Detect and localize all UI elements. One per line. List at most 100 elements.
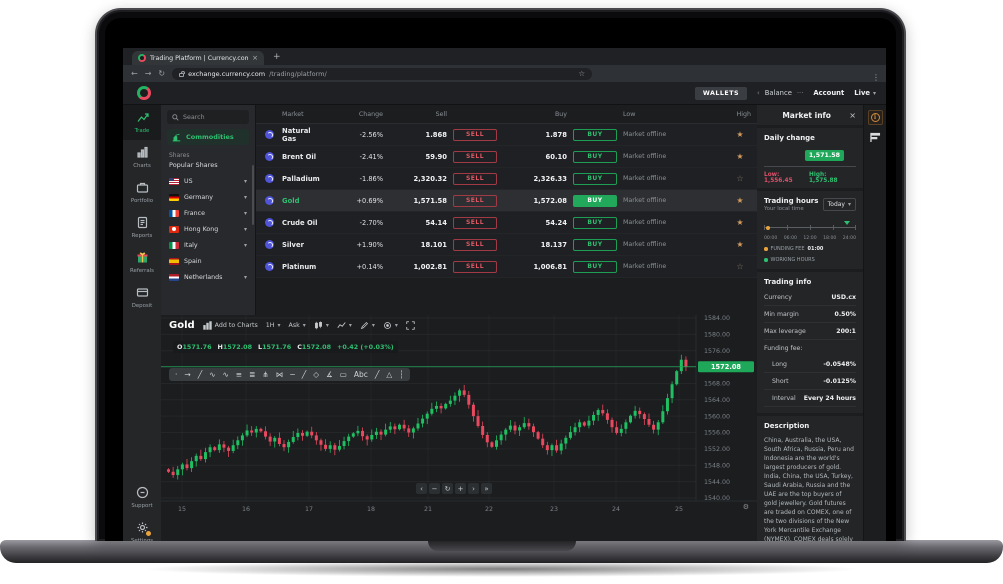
tab-close-icon[interactable]: × — [252, 54, 258, 62]
market-name[interactable]: Palladium — [282, 175, 321, 183]
fib-retracement-tool[interactable]: ≣ — [249, 370, 255, 379]
channel-tool[interactable]: ≡ — [236, 370, 242, 379]
go-to-end-button[interactable]: » — [481, 483, 492, 494]
table-row[interactable]: Brent Oil -2.41% 59.90 SELL 60.10 BUY Ma… — [256, 146, 757, 168]
buy-button[interactable]: BUY — [573, 239, 617, 251]
watchlist-scrollbar[interactable] — [252, 165, 254, 225]
rectangle-tool[interactable]: ▭ — [340, 370, 347, 379]
sidebar-item[interactable]: Settings — [123, 515, 161, 541]
table-row[interactable]: Platinum +0.14% 1,002.81 SELL 1,006.81 B… — [256, 256, 757, 278]
sell-button[interactable]: SELL — [453, 129, 497, 141]
timeframe-selector[interactable]: 1H▾ — [266, 322, 281, 329]
sidebar-item[interactable]: Reports — [123, 210, 161, 245]
forward-icon[interactable]: → — [145, 69, 152, 78]
watchlist-country-item[interactable]: US ▾ — [161, 173, 255, 189]
search-input[interactable]: Search — [167, 110, 249, 124]
account-button[interactable]: Account — [813, 89, 844, 97]
table-row[interactable]: Natural Gas -2.56% 1.868 SELL 1.878 BUY … — [256, 124, 757, 146]
balance-more-icon[interactable]: ··· — [797, 89, 803, 97]
wave-tool[interactable]: ∿ — [223, 370, 229, 379]
watchlist-country-item[interactable]: Hong Kong ▾ — [161, 221, 255, 237]
bookmark-star-icon[interactable]: ☆ — [578, 69, 585, 78]
zigzag-tool[interactable]: ∿ — [209, 370, 215, 379]
favorite-star-icon[interactable] — [723, 196, 757, 205]
collapse-chevron-icon[interactable]: ‹ — [757, 89, 760, 97]
favorite-star-icon[interactable] — [723, 130, 757, 139]
pattern-tool[interactable]: ⋈ — [276, 370, 284, 379]
favorite-star-icon[interactable] — [723, 218, 757, 227]
popular-shares-label[interactable]: Popular Shares — [169, 161, 247, 169]
chevron-down-icon[interactable]: ▾ — [244, 274, 247, 281]
table-row[interactable]: Silver +1.90% 18.101 SELL 18.137 BUY Mar… — [256, 234, 757, 256]
ray-tool[interactable]: ╱ — [302, 370, 307, 379]
url-bar[interactable]: exchange.currency.com /trading/platform/… — [172, 68, 592, 80]
day-selector[interactable]: Today ▾ — [823, 198, 856, 211]
fullscreen-button[interactable] — [406, 321, 415, 330]
table-row[interactable]: Gold +0.69% 1,571.58 SELL 1,572.08 BUY M… — [256, 190, 757, 212]
currency-logo[interactable] — [137, 86, 151, 100]
sidebar-item[interactable]: Charts — [123, 140, 161, 175]
browser-menu-icon[interactable]: ⋮ — [872, 73, 880, 82]
text-tool[interactable]: Abc — [354, 370, 368, 379]
sidebar-item[interactable]: Portfolio — [123, 175, 161, 210]
reset-view-button[interactable]: ↻ — [442, 483, 453, 494]
polygon-tool[interactable]: ◇ — [313, 370, 319, 379]
chevron-down-icon[interactable]: ▾ — [244, 242, 247, 249]
vertical-line-tool[interactable]: ┆ — [399, 370, 404, 379]
triangle-tool[interactable]: △ — [386, 370, 392, 379]
chevron-down-icon[interactable]: ▾ — [244, 210, 247, 217]
sidebar-item[interactable]: Trade — [123, 105, 161, 140]
sidebar-item[interactable]: Referrals — [123, 245, 161, 280]
watchlist-country-item[interactable]: Netherlands ▾ — [161, 269, 255, 285]
axis-settings-gear-icon[interactable]: ⚙ — [743, 503, 749, 511]
buy-button[interactable]: BUY — [573, 151, 617, 163]
favorite-star-icon[interactable] — [723, 262, 757, 271]
buy-button[interactable]: BUY — [573, 261, 617, 273]
sell-button[interactable]: SELL — [453, 173, 497, 185]
news-feed-button[interactable] — [868, 131, 883, 143]
sell-button[interactable]: SELL — [453, 239, 497, 251]
table-row[interactable]: Crude Oil -2.70% 54.14 SELL 54.24 BUY Ma… — [256, 212, 757, 234]
balance-widget[interactable]: ‹ Balance ··· — [757, 89, 803, 97]
watchlist-country-item[interactable]: Germany ▾ — [161, 189, 255, 205]
favorite-star-icon[interactable] — [723, 174, 757, 183]
reload-icon[interactable]: ↻ — [158, 69, 165, 78]
buy-button[interactable]: BUY — [573, 217, 617, 229]
buy-button[interactable]: BUY — [573, 195, 617, 207]
buy-button[interactable]: BUY — [573, 129, 617, 141]
chevron-down-icon[interactable]: ▾ — [244, 178, 247, 185]
market-info-toggle-button[interactable]: i — [868, 110, 883, 125]
sidebar-item[interactable]: Deposit — [123, 280, 161, 315]
browser-tab[interactable]: Trading Platform | Currency.com × — [132, 51, 264, 65]
add-to-charts-button[interactable]: Add to Charts — [203, 321, 258, 330]
horizontal-line-tool[interactable]: ─ — [290, 370, 295, 379]
line-tool[interactable]: ╱ — [375, 370, 380, 379]
market-name[interactable]: Silver — [282, 241, 321, 249]
new-tab-button[interactable]: + — [273, 52, 281, 62]
sidebar-item[interactable]: Support — [123, 480, 161, 515]
sell-button[interactable]: SELL — [453, 195, 497, 207]
measure-tool[interactable]: ∡ — [326, 370, 333, 379]
market-name[interactable]: Platinum — [282, 263, 321, 271]
pan-left-button[interactable]: ‹ — [416, 483, 427, 494]
zoom-in-button[interactable]: + — [455, 483, 466, 494]
chart-settings-selector[interactable]: ▾ — [383, 321, 398, 330]
watchlist-item-commodities[interactable]: Commodities — [167, 129, 249, 145]
price-mode-selector[interactable]: Ask▾ — [289, 322, 306, 329]
favorite-star-icon[interactable] — [723, 240, 757, 249]
live-mode-selector[interactable]: Live ▾ — [854, 89, 876, 97]
sell-button[interactable]: SELL — [453, 151, 497, 163]
sell-button[interactable]: SELL — [453, 217, 497, 229]
market-name[interactable]: Crude Oil — [282, 219, 321, 227]
pitchfork-tool[interactable]: ⋔ — [262, 370, 268, 379]
market-name[interactable]: Gold — [282, 197, 321, 205]
watchlist-country-item[interactable]: Spain ▾ — [161, 253, 255, 269]
market-name[interactable]: Brent Oil — [282, 153, 321, 161]
table-row[interactable]: Palladium -1.86% 2,320.32 SELL 2,326.33 … — [256, 168, 757, 190]
sell-button[interactable]: SELL — [453, 261, 497, 273]
close-icon[interactable]: × — [849, 111, 856, 120]
wallets-button[interactable]: WALLETS — [695, 87, 747, 100]
watchlist-country-item[interactable]: Italy ▾ — [161, 237, 255, 253]
back-icon[interactable]: ← — [131, 69, 138, 78]
zoom-out-button[interactable]: − — [429, 483, 440, 494]
